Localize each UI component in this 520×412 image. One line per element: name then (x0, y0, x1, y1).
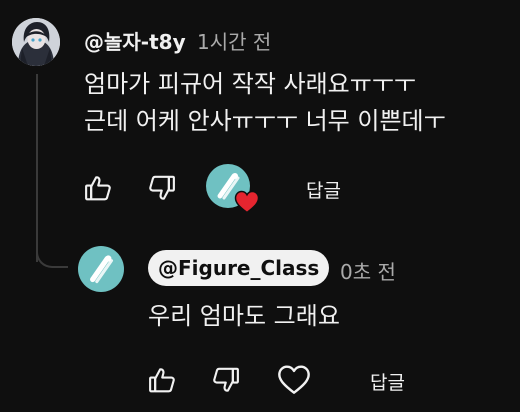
thumbs-down-icon (213, 367, 239, 392)
thumbs-up-icon (149, 368, 175, 393)
commenter-avatar[interactable] (12, 18, 60, 66)
reply-reply-button[interactable]: 답글 (370, 368, 405, 395)
reply-heart-button[interactable] (274, 362, 314, 398)
dislike-button[interactable] (144, 170, 180, 206)
reply-author-chip[interactable]: @Figure_Class (148, 250, 330, 286)
reply-text: 우리 엄마도 그래요 (148, 302, 340, 330)
heart-outline-icon (278, 365, 310, 394)
comment-author[interactable]: @놀자-t8y (84, 26, 186, 55)
thread-line (36, 74, 38, 262)
reply-dislike-button[interactable] (208, 362, 244, 398)
reply-timestamp[interactable]: 0초 전 (340, 256, 396, 285)
like-button[interactable] (80, 170, 116, 206)
comment-timestamp[interactable]: 1시간 전 (197, 26, 271, 55)
thread-connector-curve (36, 240, 68, 268)
comment-text: 엄마가 피규어 작작 사래요ㅠㅜㅜ 근데 어케 안사ㅠㅜㅜ 너무 이쁜데ㅜ (84, 70, 446, 135)
reply-button[interactable]: 답글 (306, 176, 341, 203)
thumbs-down-icon (149, 175, 175, 200)
thumbs-up-icon (85, 176, 111, 201)
reply-author-avatar[interactable] (78, 246, 124, 292)
creator-heart[interactable] (206, 164, 262, 216)
creator-heart-icon (234, 190, 260, 214)
reply-like-button[interactable] (144, 362, 180, 398)
